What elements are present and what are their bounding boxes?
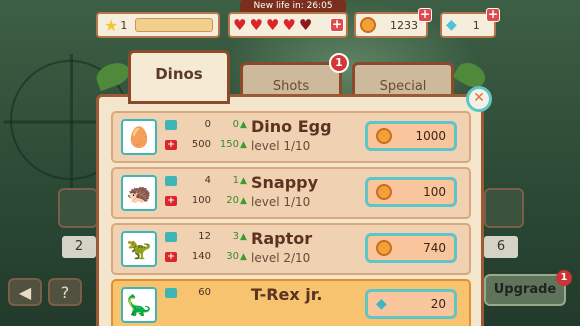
add-gems-button[interactable]: +	[486, 8, 500, 22]
dino-row-raptor: 🦖 12 3 ▲ + 140 30 ▲ Raptor level 2/10 740	[111, 223, 471, 275]
heart-icon: ♥	[265, 15, 280, 34]
price-value: 100	[423, 185, 446, 199]
notification-badge: 1	[329, 53, 349, 73]
tab-dinos-label: Dinos	[155, 65, 203, 83]
attack-upgrade-value: 0	[232, 119, 239, 130]
close-button[interactable]: ✕	[466, 86, 492, 112]
tab-shots-label: Shots	[272, 79, 310, 94]
add-coins-button[interactable]: +	[418, 8, 432, 22]
coin-icon	[376, 184, 392, 200]
back-button[interactable]: ◀	[8, 278, 42, 306]
dino-row-snappy: 🦔 4 1 ▲ + 100 20 ▲ Snappy level 1/10 100	[111, 167, 471, 219]
left-locked-slot[interactable]	[58, 188, 98, 228]
upgrade-notification-badge: 1	[556, 270, 572, 286]
health-stat: + 500 150 ▲	[165, 139, 247, 150]
attack-icon	[165, 175, 177, 186]
dino-shop-panel: 🥚 0 0 ▲ + 500 150 ▲ Dino Egg level 1/10 10…	[96, 94, 484, 326]
right-slot-count: 6	[484, 236, 518, 258]
health-upgrade-value: 150	[219, 139, 239, 150]
heart-icon: ♥	[249, 15, 263, 34]
leaf-decoration	[93, 58, 133, 92]
price-value: 20	[430, 297, 446, 311]
tab-special-label: Special	[379, 79, 427, 94]
buy-snappy-button[interactable]: 100	[365, 177, 457, 207]
help-icon: ?	[60, 282, 70, 302]
attack-value: 60	[198, 287, 211, 298]
back-icon: ◀	[18, 282, 32, 302]
dino-name: Dino Egg	[251, 117, 332, 136]
attack-icon	[165, 287, 177, 298]
health-value: 500	[191, 139, 211, 150]
dino-name: T-Rex jr.	[251, 285, 323, 304]
up-arrow-icon: ▲	[240, 251, 247, 262]
health-stat: + 140 30 ▲	[165, 251, 247, 262]
star-icon: ★	[104, 15, 119, 35]
attack-value: 0	[204, 119, 211, 130]
gem-icon: ◆	[446, 17, 457, 33]
help-button[interactable]: ?	[48, 278, 82, 306]
heart-icon: ♥	[282, 15, 296, 34]
level-display: ★ 1	[96, 12, 220, 38]
buy-raptor-button[interactable]: 740	[365, 233, 457, 263]
coin-icon	[376, 240, 392, 256]
tab-dinos[interactable]: Dinos	[128, 50, 230, 104]
health-icon: +	[165, 251, 177, 262]
up-arrow-icon: ▲	[240, 175, 247, 186]
health-value: 140	[191, 251, 211, 262]
up-arrow-icon: ▲	[240, 231, 247, 242]
attack-value: 4	[204, 175, 211, 186]
lives-display: ♥ ♥ ♥ ♥ ♥ +	[228, 12, 348, 38]
dino-row-trex-jr: 🦕 60 T-Rex jr. ◆ 20	[111, 279, 471, 326]
attack-icon	[165, 231, 177, 242]
price-value: 740	[423, 241, 446, 255]
left-slot-count: 2	[62, 236, 96, 258]
health-value: 100	[191, 195, 211, 206]
health-upgrade-value: 30	[226, 251, 239, 262]
health-upgrade-value: 20	[226, 195, 239, 206]
snappy-portrait: 🦔	[121, 175, 157, 211]
buy-dino-egg-button[interactable]: 1000	[365, 121, 457, 151]
raptor-portrait: 🦖	[121, 231, 157, 267]
dino-name: Raptor	[251, 229, 313, 248]
dino-egg-portrait: 🥚	[121, 119, 157, 155]
coins-display: 1233 +	[354, 8, 432, 38]
price-value: 1000	[415, 129, 446, 143]
attack-stat: 4 1 ▲	[165, 175, 247, 186]
attack-upgrade-value: 3	[232, 231, 239, 242]
buy-trex-button[interactable]: ◆ 20	[365, 289, 457, 319]
dino-row-dino-egg: 🥚 0 0 ▲ + 500 150 ▲ Dino Egg level 1/10 10…	[111, 111, 471, 163]
heart-icon: ♥	[233, 15, 247, 34]
dino-level: level 2/10	[251, 251, 311, 265]
attack-stat: 12 3 ▲	[165, 231, 247, 242]
up-arrow-icon: ▲	[240, 139, 247, 150]
dino-level: level 1/10	[251, 195, 311, 209]
upgrade-button[interactable]: Upgrade	[484, 274, 566, 306]
health-icon: +	[165, 195, 177, 206]
health-icon: +	[165, 139, 177, 150]
health-stat: + 100 20 ▲	[165, 195, 247, 206]
attack-upgrade-value: 1	[232, 175, 239, 186]
up-arrow-icon: ▲	[240, 119, 247, 130]
attack-value: 12	[198, 231, 211, 242]
xp-bar	[135, 18, 214, 32]
dino-name: Snappy	[251, 173, 319, 192]
gem-count: 1	[472, 18, 480, 32]
player-level: 1	[120, 18, 128, 32]
dino-level: level 1/10	[251, 139, 311, 153]
coin-icon	[376, 128, 392, 144]
right-locked-slot[interactable]	[484, 188, 524, 228]
gems-display: ◆ 1 +	[440, 8, 500, 38]
gem-icon: ◆	[376, 296, 387, 312]
coin-icon	[360, 17, 376, 33]
coin-count: 1233	[390, 18, 418, 32]
trex-portrait: 🦕	[121, 287, 157, 323]
attack-stat: 60	[165, 287, 211, 298]
add-lives-button[interactable]: +	[330, 18, 344, 32]
attack-stat: 0 0 ▲	[165, 119, 247, 130]
heart-icon-empty: ♥	[298, 15, 313, 34]
attack-icon	[165, 119, 177, 130]
up-arrow-icon: ▲	[240, 195, 247, 206]
